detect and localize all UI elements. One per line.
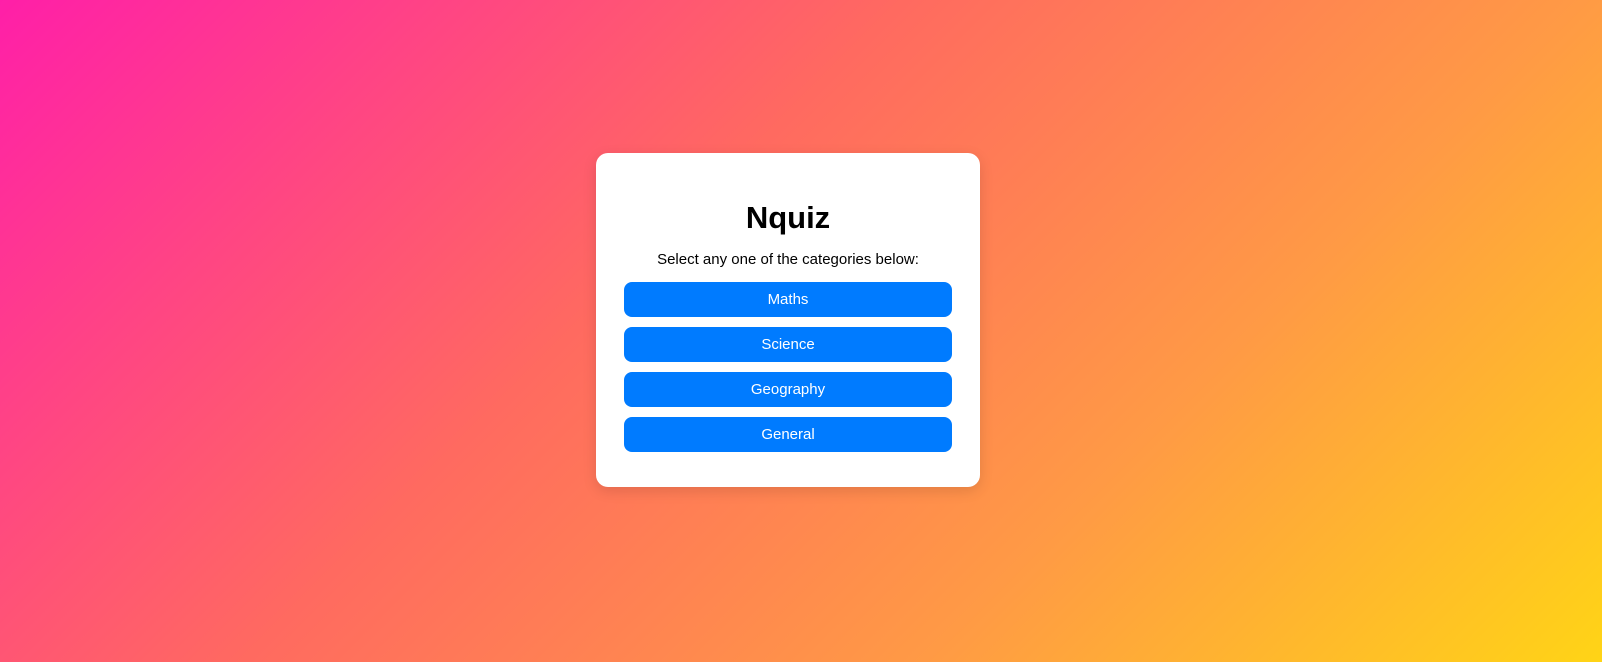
category-button-maths[interactable]: Maths <box>624 282 952 317</box>
category-button-list: Maths Science Geography General <box>624 282 952 452</box>
category-button-science[interactable]: Science <box>624 327 952 362</box>
category-card: Nquiz Select any one of the categories b… <box>596 153 980 487</box>
category-button-general[interactable]: General <box>624 417 952 452</box>
category-prompt: Select any one of the categories below: <box>657 251 919 268</box>
category-button-geography[interactable]: Geography <box>624 372 952 407</box>
app-title: Nquiz <box>745 200 831 235</box>
